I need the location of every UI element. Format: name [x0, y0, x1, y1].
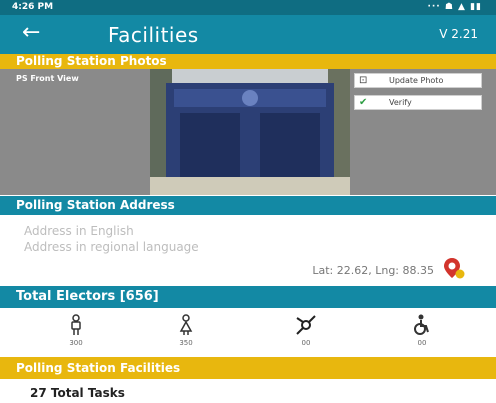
camera-icon: ⊡: [359, 75, 368, 86]
electors-section-header: Total Electors [656]: [0, 286, 496, 308]
male-voter-icon: 300: [56, 314, 96, 348]
arrow-left-icon[interactable]: ←: [22, 20, 40, 46]
photo-panel: PS Front View ⊡ Update Photo ✔ Verify: [0, 69, 496, 195]
page-title: Facilities: [108, 23, 199, 47]
third-gender-icon: 00: [286, 314, 326, 348]
location-pin-icon[interactable]: [442, 256, 466, 280]
status-bar: 4:26 PM ··· ☗ ▲ ▮▮: [0, 0, 496, 15]
photos-section-header: Polling Station Photos: [0, 54, 496, 69]
disabled-voter-icon: 00: [402, 314, 442, 348]
total-tasks: 27 Total Tasks: [30, 386, 125, 400]
facilities-section-header: Polling Station Facilities: [0, 357, 496, 379]
female-voter-icon: 350: [166, 314, 206, 348]
checkmark-icon: ✔: [359, 97, 368, 108]
polling-station-photo: [150, 69, 350, 195]
verify-button[interactable]: ✔ Verify: [354, 95, 482, 110]
address-section-header: Polling Station Address: [0, 196, 496, 215]
coordinates-text: Lat: 22.62, Lng: 88.35: [312, 264, 434, 277]
status-indicators: ··· ☗ ▲ ▮▮: [427, 2, 482, 12]
app-version: V 2.21: [439, 27, 478, 41]
app-bar: ← Facilities V 2.21: [0, 15, 496, 54]
address-regional-field[interactable]: Address in regional language: [24, 240, 199, 254]
address-english-field[interactable]: Address in English: [24, 224, 134, 238]
status-time: 4:26 PM: [12, 2, 54, 12]
photo-label: PS Front View: [16, 74, 79, 83]
update-photo-button[interactable]: ⊡ Update Photo: [354, 73, 482, 88]
